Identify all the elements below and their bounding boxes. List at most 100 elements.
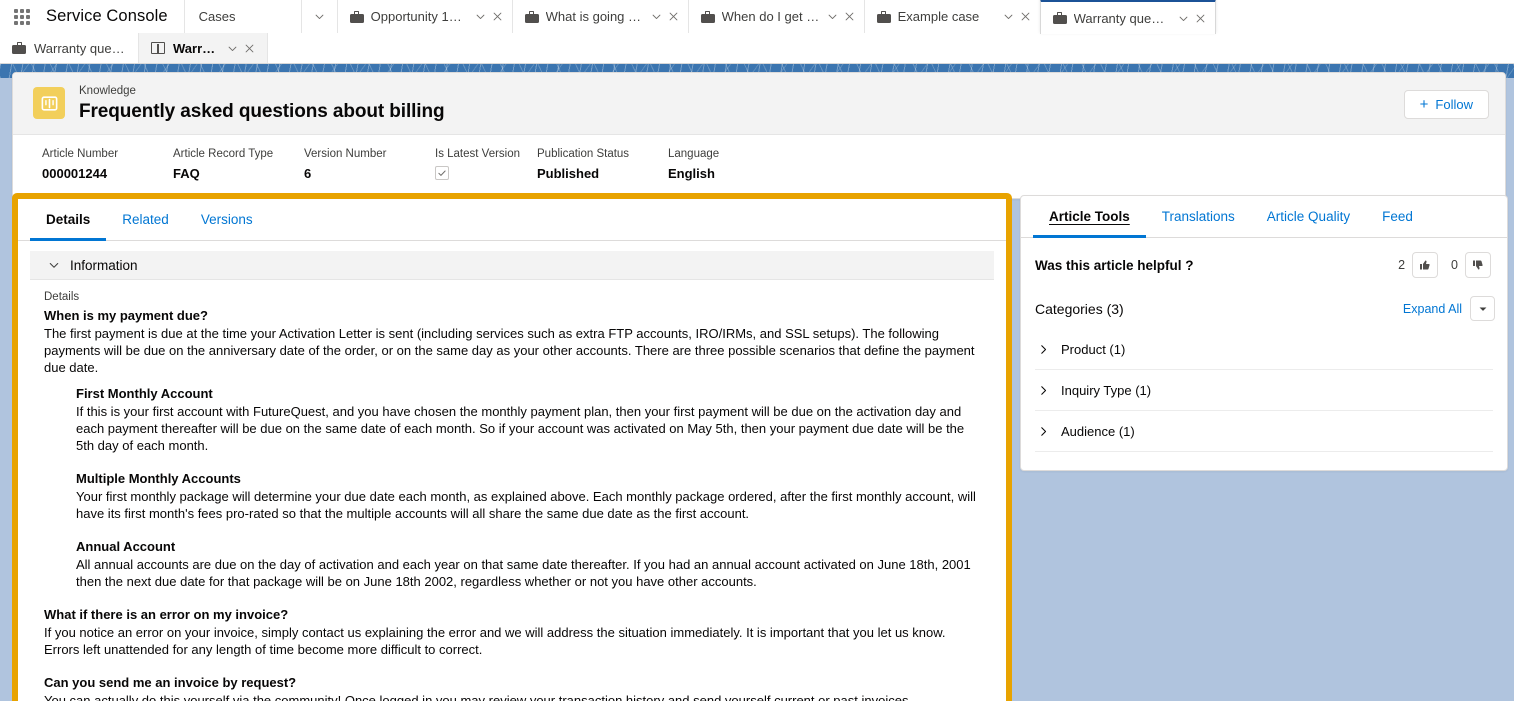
section-information-header[interactable]: Information (30, 251, 994, 280)
categories-title: Categories (3) (1035, 300, 1124, 317)
chevron-right-icon (1041, 345, 1047, 354)
close-icon[interactable] (492, 11, 503, 22)
tab-related[interactable]: Related (106, 199, 185, 240)
category-label: Product (1) (1061, 342, 1126, 357)
article-subheading: Annual Account (76, 539, 176, 554)
sub-tab-bar: Warranty questi... Warrant... (0, 33, 1514, 64)
helpful-question: Was this article helpful ? (1035, 257, 1194, 273)
thumbs-down-icon[interactable] (1465, 252, 1491, 278)
follow-button[interactable]: + Follow (1403, 90, 1489, 119)
downvote-group: 0 (1451, 252, 1491, 278)
tab-label: Article Quality (1266, 209, 1351, 224)
category-label: Inquiry Type (1) (1061, 383, 1152, 398)
close-icon[interactable] (668, 11, 679, 22)
waffle-dot (20, 14, 24, 19)
tab-feed[interactable]: Feed (1366, 196, 1429, 237)
tab-versions[interactable]: Versions (185, 199, 269, 240)
right-panel-tabset: Article Tools Translations Article Quali… (1021, 196, 1507, 238)
field-version-number: Version Number 6 (304, 146, 435, 184)
chevron-down-icon[interactable] (475, 11, 486, 22)
chevron-down-icon (49, 262, 59, 268)
sub-tab-warranty-question[interactable]: Warranty questi... (0, 33, 139, 63)
global-header: Service Console Cases Opportunity 10 000… (0, 0, 1514, 34)
close-icon[interactable] (844, 11, 855, 22)
waffle-dot (26, 14, 30, 19)
category-row-product[interactable]: Product (1) (1035, 329, 1493, 370)
vote-group: 2 0 (1398, 252, 1491, 278)
sub-tab-actions (227, 43, 255, 54)
field-value: 000001244 (42, 166, 108, 181)
categories-actions: Expand All (1403, 296, 1495, 321)
chevron-down-icon[interactable] (227, 43, 238, 54)
sub-tab-warranty-article[interactable]: Warrant... (139, 33, 268, 63)
waffle-dot (14, 14, 18, 19)
app-name[interactable]: Service Console (44, 0, 184, 33)
workspace-tab-label: Warranty question (1073, 10, 1171, 26)
tab-details[interactable]: Details (30, 199, 107, 241)
record-object-label: Knowledge (79, 85, 136, 97)
chevron-down-icon[interactable] (651, 11, 662, 22)
record-header: Knowledge Frequently asked questions abo… (13, 73, 1505, 135)
field-is-latest-version: Is Latest Version (435, 146, 537, 184)
record-canvas: Knowledge Frequently asked questions abo… (0, 64, 1514, 701)
tab-label: Versions (200, 212, 253, 227)
field-publication-status: Publication Status Published (537, 146, 668, 184)
details-card-inner: Details Related Versions Information Det… (18, 199, 1006, 701)
sub-tab-label: Warrant... (173, 40, 219, 56)
article-question: When is my payment due? (44, 308, 208, 323)
chevron-down-icon[interactable] (1178, 13, 1189, 24)
workspace-tab-label: When do I get my p... (721, 9, 820, 24)
close-icon[interactable] (1195, 13, 1206, 24)
tab-label: Details (46, 212, 91, 227)
article-paragraph: You can actually do this yourself via th… (44, 693, 913, 701)
category-row-audience[interactable]: Audience (1) (1035, 411, 1493, 452)
chevron-down-icon[interactable] (1003, 11, 1014, 22)
article-subheading: First Monthly Account (76, 386, 213, 401)
details-field-label: Details (44, 291, 80, 303)
close-icon[interactable] (244, 43, 255, 54)
workspace-tab-when-do-i-get-my-p[interactable]: When do I get my p... (687, 0, 864, 33)
workspace-tab-warranty-question[interactable]: Warranty question (1039, 0, 1216, 34)
waffle-dot (14, 20, 18, 25)
chevron-down-icon[interactable] (300, 0, 337, 33)
tab-label: Article Tools (1049, 209, 1130, 224)
field-label: Publication Status (537, 148, 630, 160)
waffle-dot (26, 20, 30, 25)
article-subparagraph: If this is your first account with Futur… (76, 404, 965, 453)
article-paragraph: If you notice an error on your invoice, … (44, 625, 946, 657)
field-value: FAQ (173, 166, 200, 181)
close-icon[interactable] (1020, 11, 1031, 22)
workspace-tab-opportunity[interactable]: Opportunity 10 000... (336, 0, 512, 33)
article-subparagraph: Your first monthly package will determin… (76, 489, 976, 521)
tab-label: Feed (1382, 209, 1413, 224)
workspace-tab-what-is-going-on[interactable]: What is going on wi... (511, 0, 688, 33)
tab-label: Translations (1161, 209, 1235, 224)
tab-translations[interactable]: Translations (1146, 196, 1251, 237)
field-label: Article Number (42, 148, 119, 160)
workspace-tab-actions (475, 11, 503, 22)
plus-icon: + (1419, 96, 1429, 113)
chevron-down-icon[interactable] (1470, 296, 1495, 321)
thumbs-up-icon[interactable] (1412, 252, 1439, 278)
sub-tab-label: Warranty questi... (34, 40, 126, 56)
tab-article-tools[interactable]: Article Tools (1033, 196, 1146, 238)
field-article-record-type: Article Record Type FAQ (173, 146, 304, 184)
nav-item-cases[interactable]: Cases (183, 0, 301, 33)
field-value: English (668, 166, 715, 181)
workspace-tab-label: What is going on wi... (545, 9, 644, 24)
workspace-tab-example-case[interactable]: Example case (863, 0, 1040, 33)
panel-bottom-spacer (1021, 452, 1507, 470)
expand-all-link[interactable]: Expand All (1403, 302, 1470, 316)
workspace-tab-actions (1003, 11, 1031, 22)
article-subparagraph: All annual accounts are due on the day o… (76, 557, 971, 589)
app-launcher-icon[interactable] (0, 0, 44, 33)
record-field-row: Article Number 000001244 Article Record … (13, 135, 1505, 198)
article-question: Can you send me an invoice by request? (44, 675, 297, 690)
tab-article-quality[interactable]: Article Quality (1251, 196, 1366, 237)
chevron-down-icon[interactable] (827, 11, 838, 22)
workspace-tab-actions (651, 11, 679, 22)
categories-header: Categories (3) Expand All (1021, 286, 1507, 329)
category-row-inquiry-type[interactable]: Inquiry Type (1) (1035, 370, 1493, 411)
field-label: Is Latest Version (435, 148, 521, 160)
